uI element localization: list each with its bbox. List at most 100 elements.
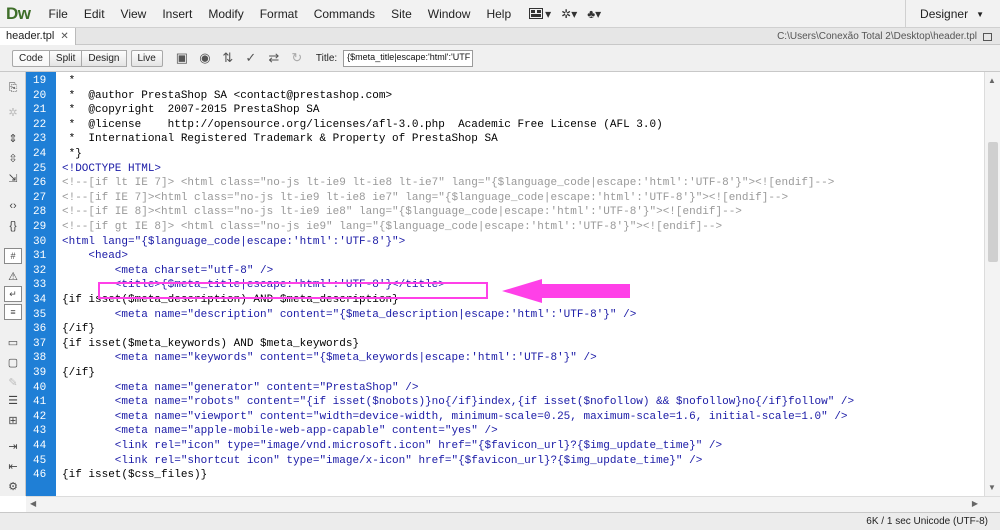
code-line[interactable]: {if isset($css_files)} [62, 468, 207, 483]
menu-edit[interactable]: Edit [76, 7, 113, 21]
document-path-text: C:\Users\Conexão Total 2\Desktop\header.… [777, 31, 977, 42]
code-line[interactable]: <title>{$meta_title|escape:'html':'UTF-8… [62, 278, 445, 293]
line-number: 24 [33, 148, 47, 160]
code-editor[interactable]: * * @author PrestaShop SA <contact@prest… [56, 72, 984, 496]
scroll-left-icon[interactable]: ◀ [30, 499, 36, 508]
code-line[interactable]: * @copyright 2007-2015 PrestaShop SA [62, 103, 320, 118]
multiscreen-icon[interactable]: ▣ [173, 50, 191, 66]
file-management-icon[interactable]: ⇄ [265, 50, 283, 66]
menu-format[interactable]: Format [252, 7, 306, 21]
line-number: 22 [33, 118, 47, 131]
move-css-icon[interactable]: ⊞ [4, 412, 22, 428]
code-line[interactable]: {if isset($meta_description) AND $meta_d… [62, 293, 399, 308]
balance-braces-icon[interactable]: {} [4, 218, 22, 234]
line-number: 23 [33, 133, 47, 146]
code-line[interactable]: * @author PrestaShop SA <contact@prestas… [62, 89, 392, 104]
code-line[interactable]: <head> [62, 249, 128, 264]
line-number: 28 [33, 206, 47, 219]
preview-icon[interactable]: ◉ [196, 50, 214, 66]
code-view-button[interactable]: Code [12, 49, 50, 67]
apply-comment-icon[interactable]: ▭ [4, 334, 22, 350]
menu-site[interactable]: Site [383, 7, 420, 21]
highlight-invalid-code-icon[interactable]: ⚠ [4, 268, 22, 284]
extensions-dropdown[interactable]: ✲ ▾ [561, 7, 577, 21]
refresh-icon[interactable]: ↻ [288, 50, 306, 66]
word-wrap-icon[interactable]: ↵ [4, 286, 22, 302]
code-line[interactable]: <meta name="robots" content="{if isset($… [62, 395, 854, 410]
code-line[interactable]: <!--[if IE 8]><html class="no-js lt-ie9 … [62, 205, 742, 220]
scroll-up-icon[interactable]: ▲ [988, 76, 996, 85]
line-number: 41 [33, 396, 47, 409]
layout-dropdown[interactable]: ▾ [529, 7, 551, 21]
chevron-down-icon: ▾ [595, 6, 602, 21]
line-number: 36 [33, 323, 47, 336]
workspace-switcher[interactable]: Designer ▼ [905, 0, 984, 28]
validate-icon[interactable]: ✓ [242, 50, 260, 66]
site-dropdown[interactable]: ♣ ▾ [587, 7, 601, 21]
line-number: 31 [33, 250, 47, 263]
indent-code-icon[interactable]: ⇥ [4, 438, 22, 454]
collapse-tag-icon[interactable]: ⇕ [4, 130, 22, 146]
line-numbers-icon[interactable]: # [4, 248, 22, 264]
debug-icon[interactable]: ⇅ [219, 50, 237, 66]
recent-snippets-icon[interactable]: ☰ [4, 392, 22, 408]
document-tab[interactable]: header.tpl ✕ [0, 28, 76, 45]
live-view-button[interactable]: Live [130, 49, 163, 67]
menu-bar: Dw File Edit View Insert Modify Format C… [0, 0, 1000, 28]
select-parent-tag-icon[interactable]: ‹› [4, 198, 22, 214]
vertical-scrollbar[interactable]: ▲ ▼ [984, 72, 1000, 496]
line-number: 32 [33, 264, 47, 277]
close-icon[interactable]: ✕ [60, 28, 68, 45]
code-line[interactable]: <html lang="{$language_code|escape:'html… [62, 235, 405, 250]
menu-modify[interactable]: Modify [200, 7, 251, 21]
menu-help[interactable]: Help [478, 7, 519, 21]
syntax-coloring-icon[interactable]: ≡ [4, 304, 22, 320]
format-source-icon[interactable]: ⚙ [4, 478, 22, 494]
code-line[interactable]: <meta charset="utf-8" /> [62, 264, 273, 279]
menu-insert[interactable]: Insert [154, 7, 200, 21]
chevron-down-icon: ▾ [571, 6, 578, 21]
document-tab-bar: header.tpl ✕ C:\Users\Conexão Total 2\De… [0, 28, 1000, 45]
code-line[interactable]: * International Registered Trademark & P… [62, 132, 498, 147]
code-line[interactable]: {if isset($meta_keywords) AND $meta_keyw… [62, 337, 359, 352]
scroll-down-icon[interactable]: ▼ [988, 483, 996, 492]
menu-commands[interactable]: Commands [306, 7, 383, 21]
line-number: 20 [33, 89, 47, 102]
split-view-button[interactable]: Split [49, 49, 83, 67]
code-line[interactable]: {/if} [62, 322, 95, 337]
code-line[interactable]: <meta name="keywords" content="{$meta_ke… [62, 351, 597, 366]
line-number: 40 [33, 381, 47, 394]
code-line[interactable]: <!--[if IE 7]><html class="no-js lt-ie9 … [62, 191, 788, 206]
menu-view[interactable]: View [113, 7, 155, 21]
code-line[interactable]: <meta name="viewport" content="width=dev… [62, 410, 848, 425]
code-line[interactable]: * @license http://opensource.org/license… [62, 118, 663, 133]
code-line[interactable]: <meta name="apple-mobile-web-app-capable… [62, 424, 498, 439]
open-documents-icon[interactable]: ⎘ [4, 80, 22, 96]
horizontal-scrollbar[interactable]: ◀ ▶ [26, 496, 1000, 512]
menu-window[interactable]: Window [420, 7, 479, 21]
wrap-tag-icon[interactable]: ✎ [4, 374, 22, 390]
code-line[interactable]: <!--[if gt IE 8]> <html class="no-js ie9… [62, 220, 722, 235]
title-input[interactable]: {$meta_title|escape:'html':'UTF [343, 49, 474, 67]
restore-icon[interactable] [983, 32, 992, 41]
code-line[interactable]: <link rel="shortcut icon" type="image/x-… [62, 454, 703, 469]
design-view-button[interactable]: Design [82, 49, 127, 67]
show-code-navigator-icon[interactable]: ✲ [4, 104, 22, 120]
scroll-right-icon[interactable]: ▶ [972, 499, 978, 508]
code-line[interactable]: <link rel="icon" type="image/vnd.microso… [62, 439, 722, 454]
gear-icon: ✲ [561, 6, 572, 21]
code-line[interactable]: <meta name="generator" content="PrestaSh… [62, 381, 419, 396]
collapse-selection-icon[interactable]: ⇳ [4, 150, 22, 166]
status-text: 6K / 1 sec Unicode (UTF-8) [866, 516, 988, 527]
code-line[interactable]: <!--[if lt IE 7]> <html class="no-js lt-… [62, 176, 834, 191]
outdent-code-icon[interactable]: ⇤ [4, 458, 22, 474]
code-line[interactable]: *} [62, 147, 82, 162]
remove-comment-icon[interactable]: ▢ [4, 354, 22, 370]
scroll-thumb[interactable] [988, 142, 998, 262]
code-line[interactable]: * [62, 74, 76, 89]
code-line[interactable]: <!DOCTYPE HTML> [62, 162, 161, 177]
menu-file[interactable]: File [41, 7, 76, 21]
expand-all-icon[interactable]: ⇲ [4, 170, 22, 186]
code-line[interactable]: {/if} [62, 366, 95, 381]
code-line[interactable]: <meta name="description" content="{$meta… [62, 308, 637, 323]
